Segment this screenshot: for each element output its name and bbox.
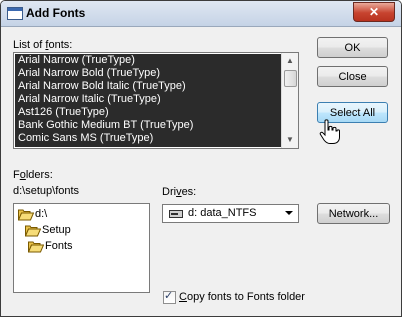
copy-fonts-label[interactable]: Copy fonts to Fonts folder (179, 291, 305, 303)
label-part: opy fonts to Fonts folder (186, 291, 305, 303)
network-button[interactable]: Network... (317, 203, 390, 224)
copy-fonts-checkbox[interactable]: ✓ (163, 290, 176, 304)
drives-label: Drives: (162, 186, 196, 198)
open-folder-icon (18, 209, 34, 221)
list-item[interactable]: Arial Narrow Bold (TrueType) (15, 67, 281, 80)
fonts-listbox[interactable]: Arial Narrow (TrueType) Arial Narrow Bol… (13, 52, 299, 149)
folders-listbox[interactable]: d:\ Setup Fonts (13, 203, 150, 293)
list-item[interactable]: Ast126 (TrueType) (15, 106, 281, 119)
list-item[interactable]: Comic Sans MS (TrueType) (15, 132, 281, 145)
close-window-button[interactable]: ✕ (353, 2, 395, 22)
folder-label: Setup (42, 224, 71, 236)
folder-label: d:\ (35, 208, 48, 220)
list-item[interactable]: Arial Narrow (TrueType) (15, 54, 281, 67)
label-part: List of (13, 39, 46, 51)
list-item[interactable]: Arial Narrow Bold Italic (TrueType) (15, 80, 281, 93)
drives-dropdown[interactable]: d: data_NTFS (162, 204, 299, 223)
open-folder-icon (25, 225, 41, 237)
scroll-down-icon[interactable]: ▼ (284, 134, 296, 146)
scroll-thumb[interactable] (284, 70, 297, 87)
list-item[interactable]: Arial Narrow Italic (TrueType) (15, 93, 281, 106)
label-part: lders: (25, 169, 53, 181)
title-bar: Add Fonts ✕ (1, 1, 401, 27)
fonts-list-label: List of fonts: (13, 39, 72, 51)
close-icon: ✕ (368, 5, 380, 19)
close-button[interactable]: Close (317, 66, 388, 87)
folder-label: Fonts (45, 240, 73, 252)
vertical-scrollbar[interactable]: ▲ ▼ (281, 53, 298, 148)
ok-button[interactable]: OK (317, 37, 388, 58)
scroll-up-icon[interactable]: ▲ (284, 55, 296, 67)
list-item[interactable]: Bank Gothic Medium BT (TrueType) (15, 119, 281, 132)
label-part: F (13, 169, 20, 181)
window-icon (7, 7, 23, 20)
add-fonts-dialog: Add Fonts ✕ List of fonts: Arial Narrow … (0, 0, 402, 317)
label-part: Dri (162, 186, 177, 198)
fonts-items: Arial Narrow (TrueType) Arial Narrow Bol… (15, 54, 281, 147)
hand-cursor-icon (319, 119, 340, 144)
hard-drive-icon (169, 210, 183, 218)
checkmark-icon: ✓ (164, 290, 174, 302)
dialog-title: Add Fonts (26, 6, 86, 20)
chevron-down-icon[interactable] (285, 211, 293, 215)
label-part: onts: (48, 39, 73, 51)
folders-label: Folders: (13, 169, 53, 181)
drives-selected-value: d: data_NTFS (188, 207, 257, 219)
open-folder-icon (28, 241, 44, 253)
label-part: es: (181, 186, 197, 198)
accel-key: C (179, 291, 187, 303)
current-folder-path: d:\setup\fonts (13, 185, 80, 197)
